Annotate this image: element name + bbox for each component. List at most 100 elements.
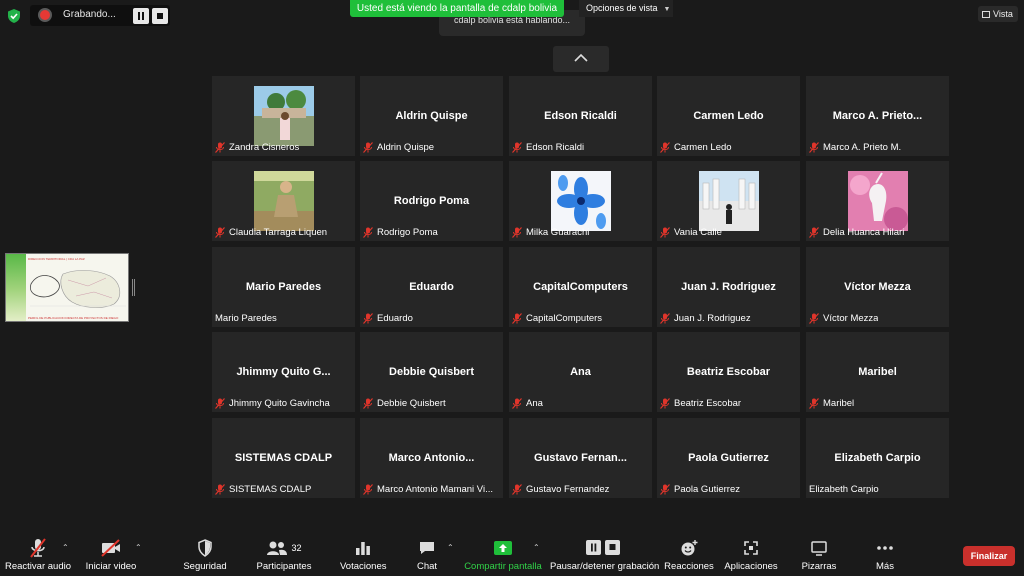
participant-tile[interactable]: Ana Ana (509, 332, 652, 412)
participant-tile[interactable]: Milka Guarachi (509, 161, 652, 241)
pause-stop-recording-button[interactable]: Pausar/detener grabación (550, 538, 659, 572)
apps-icon (744, 541, 758, 555)
participant-tile[interactable]: Gustavo Fernan... Gustavo Fernandez (509, 418, 652, 498)
participant-avatar (848, 171, 908, 231)
pause-stop-icon (586, 540, 620, 555)
whiteboards-button[interactable]: Pizarras (799, 538, 839, 572)
participant-display-name: Marco A. Prieto... (832, 110, 923, 122)
end-meeting-button[interactable]: Finalizar (963, 546, 1015, 566)
whiteboards-label: Pizarras (801, 561, 837, 572)
participant-name-label: Eduardo (363, 313, 413, 324)
participant-tile[interactable]: Rodrigo Poma Rodrigo Poma (360, 161, 503, 241)
thumbnail-green-stripe (6, 254, 26, 321)
view-options-dropdown[interactable]: Opciones de vista ▼ (579, 0, 673, 17)
participant-tile[interactable]: Víctor Mezza Víctor Mezza (806, 247, 949, 327)
security-label: Seguridad (183, 561, 227, 572)
participant-tile[interactable]: SISTEMAS CDALP SISTEMAS CDALP (212, 418, 355, 498)
screen-share-banner: Usted está viendo la pantalla de cdalp b… (350, 0, 564, 17)
participant-tile[interactable]: Aldrin Quispe Aldrin Quispe (360, 76, 503, 156)
chat-button[interactable]: Chat (412, 538, 442, 572)
apps-button[interactable]: Aplicaciones (722, 538, 780, 572)
participant-avatar (699, 171, 759, 231)
stop-recording-button[interactable] (152, 8, 168, 24)
participant-tile[interactable]: Marco Antonio... Marco Antonio Mamani Vi.… (360, 418, 503, 498)
reactions-button[interactable]: Reacciones (664, 538, 714, 572)
participant-tile[interactable]: Elizabeth Carpio Elizabeth Carpio (806, 418, 949, 498)
participant-name-text: Delia Huanca Hilari (823, 227, 905, 238)
polls-button[interactable]: Votaciones (340, 538, 386, 572)
shared-screen-thumbnail[interactable]: DIRECCION TERRITORIAL | CDA LA PAZ PERFI… (5, 253, 129, 322)
muted-mic-icon (660, 142, 670, 153)
more-dots-icon (877, 546, 893, 550)
participant-tile[interactable]: Zandra Cisneros (212, 76, 355, 156)
participant-tile[interactable]: CapitalComputers CapitalComputers (509, 247, 652, 327)
thumbnail-resize-handle[interactable] (132, 279, 135, 296)
share-options-chevron-icon[interactable]: ⌃ (533, 543, 540, 552)
muted-mic-icon (809, 227, 819, 238)
participants-button[interactable]: 32 Participantes (256, 538, 312, 572)
shield-icon[interactable] (6, 8, 22, 24)
participant-tile[interactable]: Beatriz Escobar Beatriz Escobar (657, 332, 800, 412)
participant-name-text: Beatriz Escobar (674, 398, 742, 409)
audio-options-chevron-icon[interactable]: ⌃ (62, 543, 69, 552)
participant-name-label: Rodrigo Poma (363, 227, 438, 238)
participant-name-text: Aldrin Quispe (377, 142, 435, 153)
share-screen-button[interactable]: Compartir pantalla (462, 538, 544, 572)
muted-mic-icon (215, 484, 225, 495)
video-options-chevron-icon[interactable]: ⌃ (135, 543, 142, 552)
participant-tile[interactable]: Delia Huanca Hilari (806, 161, 949, 241)
chat-options-chevron-icon[interactable]: ⌃ (447, 543, 454, 552)
muted-mic-icon (512, 313, 522, 324)
participant-tile[interactable]: Paola Gutierrez Paola Gutierrez (657, 418, 800, 498)
participant-name-label: Marco Antonio Mamani Vi... (363, 484, 493, 495)
muted-mic-icon (809, 398, 819, 409)
participant-name-label: Marco A. Prieto M. (809, 142, 901, 153)
participant-name-label: Ana (512, 398, 543, 409)
participant-name-text: Milka Guarachi (526, 227, 590, 238)
pause-recording-button[interactable] (133, 8, 149, 24)
participant-avatar (254, 86, 314, 146)
polls-label: Votaciones (340, 561, 387, 572)
participant-tile[interactable]: Maribel Maribel (806, 332, 949, 412)
participant-name-label: Milka Guarachi (512, 227, 589, 238)
participant-name-text: Maribel (823, 398, 855, 409)
participant-tile[interactable]: Carmen Ledo Carmen Ledo (657, 76, 800, 156)
participant-tile[interactable]: Marco A. Prieto... Marco A. Prieto M. (806, 76, 949, 156)
participant-name-label: Beatriz Escobar (660, 398, 741, 409)
participant-tile[interactable]: Debbie Quisbert Debbie Quisbert (360, 332, 503, 412)
participant-tile[interactable]: Mario Paredes Mario Paredes (212, 247, 355, 327)
chevron-up-icon (574, 53, 588, 62)
view-button[interactable]: Vista (978, 6, 1018, 22)
participant-tile[interactable]: Vania Calle (657, 161, 800, 241)
recording-label: Grabando... (63, 9, 116, 20)
participant-name-text: Jhimmy Quito Gavincha (229, 398, 330, 409)
recording-dot-icon (40, 10, 50, 20)
share-screen-icon (494, 541, 512, 555)
participant-tile[interactable]: Juan J. Rodriguez Juan J. Rodriguez (657, 247, 800, 327)
participant-tile[interactable]: Jhimmy Quito G... Jhimmy Quito Gavincha (212, 332, 355, 412)
participant-name-label: Jhimmy Quito Gavincha (215, 398, 330, 409)
participant-name-text: Marco Antonio Mamani Vi... (377, 484, 493, 495)
start-video-button[interactable]: Iniciar video (84, 538, 138, 572)
participant-name-text: Gustavo Fernandez (526, 484, 610, 495)
more-button[interactable]: Más (870, 538, 900, 572)
muted-mic-icon (363, 142, 373, 153)
thumbnail-title: DIRECCION TERRITORIAL | CDA LA PAZ (28, 257, 85, 261)
muted-mic-icon (215, 227, 225, 238)
participant-display-name: Debbie Quisbert (389, 366, 474, 378)
participant-display-name: Carmen Ledo (693, 110, 764, 122)
participant-tile[interactable]: Edson Ricaldi Edson Ricaldi (509, 76, 652, 156)
participant-name-text: Claudia Tarraga Liquen (229, 227, 328, 238)
polls-chart-icon (356, 542, 370, 555)
participant-display-name: Paola Gutierrez (688, 452, 769, 464)
participant-tile[interactable]: Claudia Tarraga Liquen (212, 161, 355, 241)
muted-mic-icon (363, 484, 373, 495)
participant-display-name: Eduardo (409, 281, 454, 293)
participant-name-text: SISTEMAS CDALP (229, 484, 312, 495)
collapse-gallery-button[interactable] (553, 46, 609, 72)
video-off-icon (101, 539, 120, 557)
participant-tile[interactable]: Eduardo Eduardo (360, 247, 503, 327)
participant-name-label: Debbie Quisbert (363, 398, 446, 409)
participant-name-text: Zandra Cisneros (229, 142, 300, 153)
security-button[interactable]: Seguridad (183, 538, 227, 572)
